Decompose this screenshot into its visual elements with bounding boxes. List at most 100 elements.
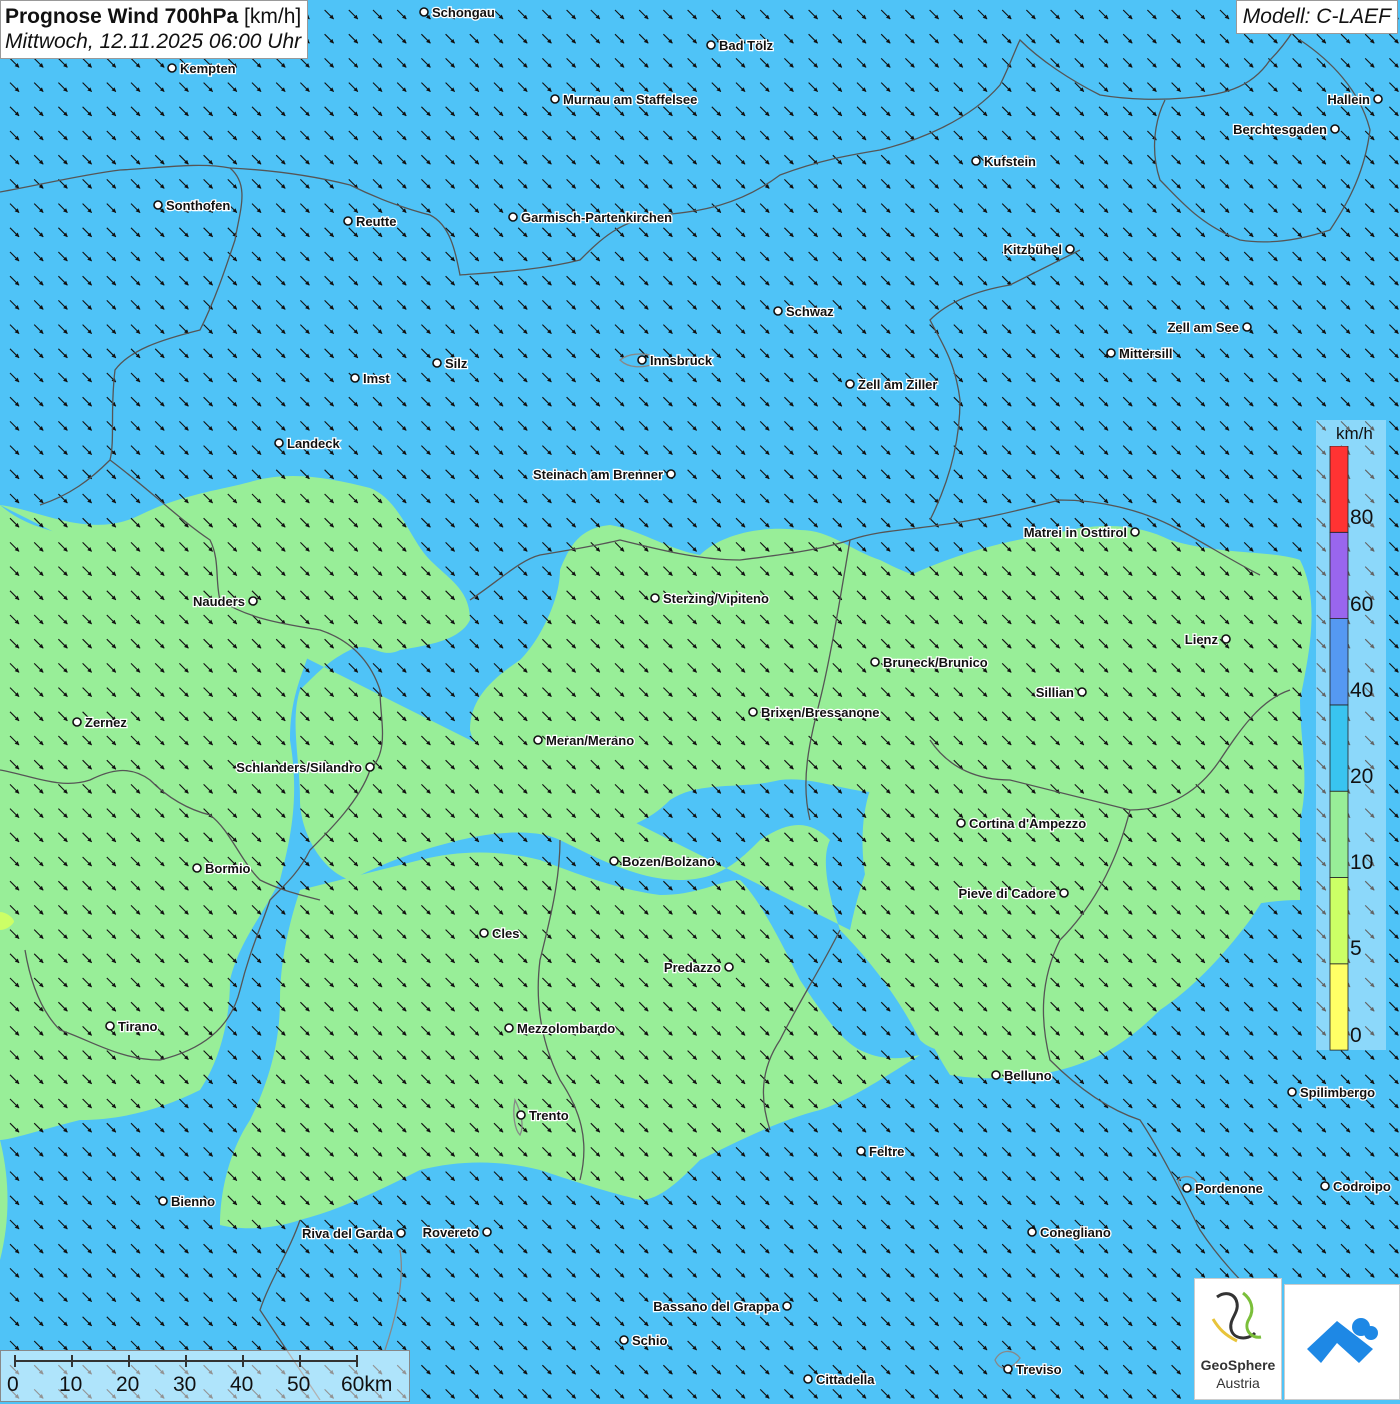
geosphere-emblem-icon bbox=[1211, 1291, 1262, 1343]
city-marker: Pieve di Cadore bbox=[957, 885, 1069, 902]
city-marker: Meran/Merano bbox=[533, 732, 635, 749]
city-label: Zell am Ziller bbox=[858, 377, 937, 392]
city-label: Cortina d'Ampezzo bbox=[969, 816, 1086, 831]
city-label: Bruneck/Brunico bbox=[883, 655, 988, 670]
city-dot-icon bbox=[1330, 124, 1340, 134]
legend-label-20: 20 bbox=[1350, 765, 1374, 788]
city-marker: Bozen/Bolzano bbox=[609, 853, 716, 870]
city-label: Kempten bbox=[180, 61, 236, 76]
city-label: Zernez bbox=[85, 715, 127, 730]
city-marker: Riva del Garda bbox=[301, 1225, 406, 1242]
city-marker: Zell am See bbox=[1166, 319, 1252, 336]
city-dot-icon bbox=[609, 856, 619, 866]
city-marker: Berchtesgaden bbox=[1232, 121, 1340, 138]
city-label: Murnau am Staffelsee bbox=[563, 92, 697, 107]
legend-swatch bbox=[1329, 790, 1349, 878]
city-dot-icon bbox=[550, 94, 560, 104]
city-label: Sillian bbox=[1036, 685, 1074, 700]
city-label: Bassano del Grappa bbox=[653, 1299, 779, 1314]
city-label: Kitzbühel bbox=[1004, 242, 1063, 257]
city-dot-icon bbox=[1182, 1183, 1192, 1193]
city-marker: Sterzing/Vipiteno bbox=[650, 590, 770, 607]
city-label: Hallein bbox=[1327, 92, 1370, 107]
city-dot-icon bbox=[1059, 888, 1069, 898]
city-dot-icon bbox=[1320, 1181, 1330, 1191]
city-label: Meran/Merano bbox=[546, 733, 634, 748]
city-label: Bozen/Bolzano bbox=[622, 854, 715, 869]
geosphere-logo[interactable]: GeoSphere Austria bbox=[1194, 1278, 1282, 1400]
city-dot-icon bbox=[419, 7, 429, 17]
city-dot-icon bbox=[105, 1021, 115, 1031]
city-label: Schwaz bbox=[786, 304, 834, 319]
city-dot-icon bbox=[72, 717, 82, 727]
legend-swatch bbox=[1329, 963, 1349, 1051]
city-label: Imst bbox=[363, 371, 390, 386]
city-marker: Schlanders/Silandro bbox=[235, 759, 375, 776]
city-dot-icon bbox=[803, 1374, 813, 1384]
city-marker: Steinach am Brenner bbox=[532, 466, 676, 483]
city-marker: Matrei in Osttirol bbox=[1022, 524, 1140, 541]
city-label: Brixen/Bressanone bbox=[761, 705, 880, 720]
legend-colorbar bbox=[1329, 446, 1349, 1051]
city-marker: Innsbruck bbox=[637, 352, 714, 369]
city-dot-icon bbox=[724, 962, 734, 972]
city-dot-icon bbox=[845, 379, 855, 389]
city-dot-icon bbox=[192, 863, 202, 873]
city-label: Predazzo bbox=[664, 960, 721, 975]
city-label: Kufstein bbox=[984, 154, 1036, 169]
city-marker: Cortina d'Ampezzo bbox=[956, 815, 1088, 832]
city-dot-icon bbox=[533, 735, 543, 745]
city-label: Tirano bbox=[118, 1019, 158, 1034]
city-dot-icon bbox=[666, 469, 676, 479]
city-label: Spilimbergo bbox=[1300, 1085, 1375, 1100]
map-title: Prognose Wind 700hPa [km/h] bbox=[5, 5, 302, 28]
city-marker: Conegliano bbox=[1027, 1224, 1112, 1241]
city-dot-icon bbox=[637, 355, 647, 365]
city-marker: Pordenone bbox=[1182, 1180, 1264, 1197]
scale-label-40: 40 bbox=[230, 1373, 254, 1396]
city-label: Conegliano bbox=[1040, 1225, 1111, 1240]
city-dot-icon bbox=[153, 200, 163, 210]
geosphere-logo-line2: Austria bbox=[1216, 1375, 1260, 1391]
scale-label-0: 0 bbox=[7, 1373, 19, 1396]
city-marker: Brixen/Bressanone bbox=[748, 704, 881, 721]
city-dot-icon bbox=[516, 1110, 526, 1120]
cloud-arrow-icon bbox=[1307, 1318, 1378, 1363]
city-dot-icon bbox=[158, 1196, 168, 1206]
city-dot-icon bbox=[956, 818, 966, 828]
city-marker: Garmisch-Partenkirchen bbox=[508, 209, 673, 226]
city-label: Schio bbox=[632, 1333, 667, 1348]
city-dot-icon bbox=[1065, 244, 1075, 254]
scale-label-60km: 60km bbox=[341, 1373, 393, 1396]
legend-label-0: 0 bbox=[1350, 1024, 1362, 1047]
city-dot-icon bbox=[870, 657, 880, 667]
legend-swatch bbox=[1329, 704, 1349, 792]
city-label: Silz bbox=[445, 356, 468, 371]
city-label: Innsbruck bbox=[650, 353, 713, 368]
city-dot-icon bbox=[1106, 348, 1116, 358]
scale-label-30: 30 bbox=[173, 1373, 197, 1396]
city-dot-icon bbox=[650, 593, 660, 603]
legend-swatch bbox=[1329, 618, 1349, 706]
geosphere-logo-line1: GeoSphere bbox=[1200, 1357, 1276, 1373]
city-dot-icon bbox=[706, 40, 716, 50]
city-dot-icon bbox=[773, 306, 783, 316]
city-dot-icon bbox=[1287, 1087, 1297, 1097]
city-label: Schongau bbox=[432, 5, 495, 20]
city-dot-icon bbox=[167, 63, 177, 73]
scale-bar-line bbox=[14, 1355, 358, 1367]
city-label: Mittersill bbox=[1119, 346, 1172, 361]
legend-label-5: 5 bbox=[1350, 937, 1362, 960]
city-dot-icon bbox=[479, 928, 489, 938]
scale-bar: 0 10 20 30 40 50 60km bbox=[0, 1350, 410, 1402]
app-logo[interactable] bbox=[1284, 1284, 1400, 1400]
city-dot-icon bbox=[991, 1070, 1001, 1080]
city-label: Landeck bbox=[287, 436, 341, 451]
legend-label-60: 60 bbox=[1350, 593, 1374, 616]
city-label: Reutte bbox=[356, 214, 396, 229]
city-dot-icon bbox=[1027, 1227, 1037, 1237]
map-subtitle: Mittwoch, 12.11.2025 06:00 Uhr bbox=[5, 30, 302, 54]
city-dot-icon bbox=[432, 358, 442, 368]
city-marker: Mezzolombardo bbox=[504, 1020, 617, 1037]
city-dot-icon bbox=[856, 1146, 866, 1156]
